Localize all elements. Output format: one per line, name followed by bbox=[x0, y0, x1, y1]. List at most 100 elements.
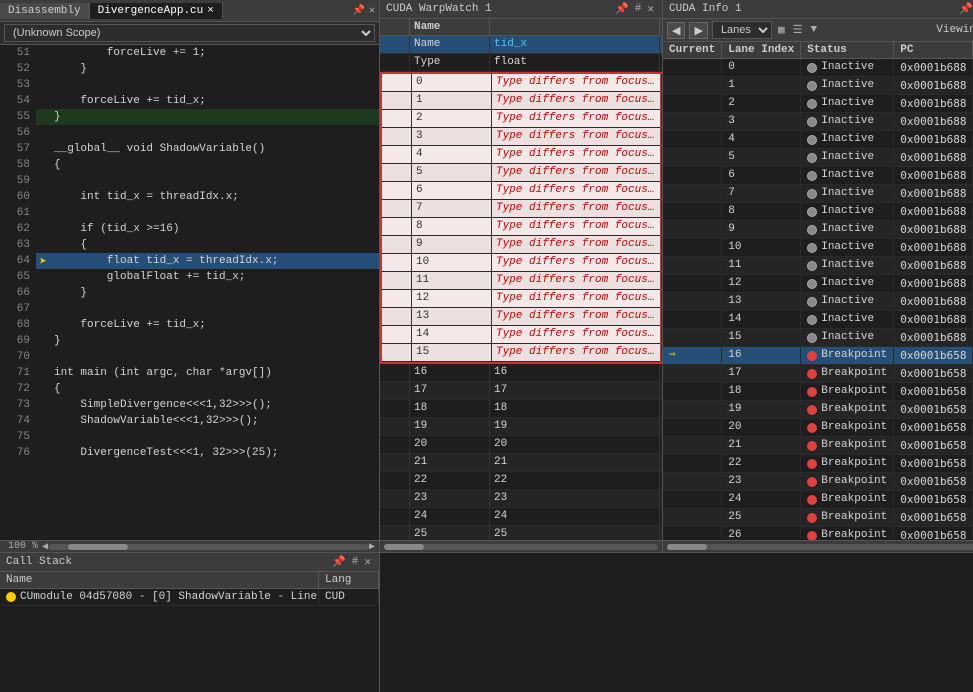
watch-lane-value: Type differs from focused thread. bbox=[492, 164, 662, 181]
info-table-row[interactable]: 23Breakpoint0x0001b658 bbox=[663, 473, 973, 491]
code-panel-pin-icon[interactable]: 📌 bbox=[353, 5, 365, 17]
scope-select[interactable]: (Unknown Scope) bbox=[4, 24, 375, 42]
line-content: { bbox=[50, 381, 379, 397]
line-number: 72 bbox=[0, 381, 36, 397]
info-table-row[interactable]: 3Inactive0x0001b688 bbox=[663, 113, 973, 131]
line-indicator bbox=[36, 333, 50, 349]
tab-divergenceapp[interactable]: DivergenceApp.cu × bbox=[90, 3, 223, 19]
code-scrollbar[interactable]: 100 % ◀ ▶ bbox=[0, 540, 379, 552]
warpwatch-hscrollbar[interactable] bbox=[380, 540, 662, 552]
watch-row-indicator bbox=[382, 164, 412, 181]
watch-type-indicator bbox=[380, 54, 410, 71]
info-table-row[interactable]: 19Breakpoint0x0001b658 bbox=[663, 401, 973, 419]
info-table-row[interactable]: 20Breakpoint0x0001b658 bbox=[663, 419, 973, 437]
line-indicator bbox=[36, 445, 50, 461]
info-table-row[interactable]: 10Inactive0x0001b688 bbox=[663, 239, 973, 257]
watch-data-row: 2222 bbox=[380, 472, 662, 490]
scope-bar: (Unknown Scope) bbox=[0, 22, 379, 45]
info-table-row[interactable]: 4Inactive0x0001b688 bbox=[663, 131, 973, 149]
lanes-select[interactable]: Lanes bbox=[712, 21, 772, 39]
info-table-row[interactable]: 22Breakpoint0x0001b658 bbox=[663, 455, 973, 473]
watch-row-indicator bbox=[380, 382, 410, 399]
info-table-row[interactable]: 1Inactive0x0001b688 bbox=[663, 77, 973, 95]
call-stack-row[interactable]: CUmodule 04d57080 - [0] ShadowVariable -… bbox=[0, 589, 379, 606]
warpwatch-expand-icon[interactable]: # bbox=[633, 3, 644, 15]
grid-icon[interactable]: ▦ bbox=[776, 23, 787, 37]
watch-data-row: 2323 bbox=[380, 490, 662, 508]
watch-lane-number: 18 bbox=[410, 400, 490, 417]
line-content: __global__ void ShadowVariable() bbox=[50, 141, 379, 157]
status-inactive-icon bbox=[807, 207, 817, 217]
info-table-row[interactable]: 21Breakpoint0x0001b658 bbox=[663, 437, 973, 455]
cuda-info-table-container[interactable]: CurrentLane IndexStatusPCthn0Inactive0x0… bbox=[663, 42, 973, 540]
line-content: int tid_x = threadIdx.x; bbox=[50, 189, 379, 205]
line-indicator bbox=[36, 173, 50, 189]
info-table-row[interactable]: 6Inactive0x0001b688 bbox=[663, 167, 973, 185]
warpwatch-close-icon[interactable]: ✕ bbox=[645, 2, 656, 16]
watch-data-row: 7Type differs from focused thread. bbox=[382, 200, 660, 218]
code-panel-close-icon[interactable]: ✕ bbox=[369, 5, 375, 17]
close-tab-icon[interactable]: × bbox=[207, 5, 214, 17]
info-lane-index: 20 bbox=[722, 419, 801, 437]
info-table-row[interactable]: 8Inactive0x0001b688 bbox=[663, 203, 973, 221]
back-button[interactable]: ◀ bbox=[667, 22, 685, 39]
code-area[interactable]: 51 forceLive += 1;52 }5354 forceLive += … bbox=[0, 45, 379, 540]
tab-disassembly[interactable]: Disassembly bbox=[0, 3, 90, 19]
info-table-row[interactable]: 13Inactive0x0001b688 bbox=[663, 293, 973, 311]
watch-row-indicator bbox=[382, 236, 412, 253]
status-inactive-icon bbox=[807, 225, 817, 235]
watch-row-indicator bbox=[380, 472, 410, 489]
watch-lane-value: Type differs from focused thread. bbox=[492, 272, 662, 289]
forward-button[interactable]: ▶ bbox=[689, 22, 707, 39]
call-stack-expand-icon[interactable]: # bbox=[350, 556, 361, 568]
info-pc-value: 0x0001b688 bbox=[894, 329, 973, 347]
info-status: Breakpoint bbox=[801, 419, 894, 437]
line-content: DivergenceTest<<<1, 32>>>(25); bbox=[50, 445, 379, 461]
info-table-row[interactable]: 5Inactive0x0001b688 bbox=[663, 149, 973, 167]
cuda-info-hscrollbar[interactable] bbox=[663, 540, 973, 552]
call-stack-pin-icon[interactable]: 📌 bbox=[330, 555, 348, 569]
info-table-row[interactable]: 12Inactive0x0001b688 bbox=[663, 275, 973, 293]
info-table-row[interactable]: 14Inactive0x0001b688 bbox=[663, 311, 973, 329]
info-table-row[interactable]: 7Inactive0x0001b688 bbox=[663, 185, 973, 203]
watch-data-row: 2Type differs from focused thread. bbox=[382, 110, 660, 128]
info-lane-index: 13 bbox=[722, 293, 801, 311]
info-current-col bbox=[663, 203, 722, 221]
info-lane-index: 7 bbox=[722, 185, 801, 203]
watch-lane-number: 16 bbox=[410, 364, 490, 381]
line-content: } bbox=[50, 333, 379, 349]
info-table-row[interactable]: 26Breakpoint0x0001b658 bbox=[663, 527, 973, 541]
info-lane-index: 4 bbox=[722, 131, 801, 149]
code-tab-bar: Disassembly DivergenceApp.cu × 📌 ✕ bbox=[0, 0, 379, 22]
info-table-row[interactable]: 0Inactive0x0001b688 bbox=[663, 59, 973, 77]
scroll-right-icon[interactable]: ▶ bbox=[369, 541, 375, 553]
info-status: Breakpoint bbox=[801, 365, 894, 383]
watch-lane-number: 17 bbox=[410, 382, 490, 399]
info-table-row[interactable]: 9Inactive0x0001b688 bbox=[663, 221, 973, 239]
line-number: 67 bbox=[0, 301, 36, 317]
call-stack-header: NameLang bbox=[0, 572, 379, 589]
info-current-col bbox=[663, 257, 722, 275]
status-text: Inactive bbox=[821, 258, 874, 273]
info-table-row[interactable]: ⇒16Breakpoint0x0001b658 bbox=[663, 347, 973, 365]
filter-icon[interactable]: ▼ bbox=[808, 24, 819, 36]
hscroll-track[interactable] bbox=[48, 544, 369, 550]
call-stack-table: NameLang CUmodule 04d57080 - [0] ShadowV… bbox=[0, 572, 379, 692]
info-table-row[interactable]: 18Breakpoint0x0001b658 bbox=[663, 383, 973, 401]
hscroll-thumb[interactable] bbox=[68, 544, 128, 550]
info-table-row[interactable]: 11Inactive0x0001b688 bbox=[663, 257, 973, 275]
info-table-row[interactable]: 15Inactive0x0001b688 bbox=[663, 329, 973, 347]
watch-lane-value: Type differs from focused thread. bbox=[492, 110, 662, 127]
watch-data-row: 1Type differs from focused thread. bbox=[382, 92, 660, 110]
info-table-row[interactable]: 25Breakpoint0x0001b658 bbox=[663, 509, 973, 527]
watch-row-indicator bbox=[382, 326, 412, 343]
cuda-info-pin-icon[interactable]: 📌 bbox=[957, 2, 973, 16]
list-icon[interactable]: ☰ bbox=[791, 23, 805, 37]
warpwatch-pin-icon[interactable]: 📌 bbox=[613, 2, 631, 16]
info-table-row[interactable]: 2Inactive0x0001b688 bbox=[663, 95, 973, 113]
info-table-row[interactable]: 24Breakpoint0x0001b658 bbox=[663, 491, 973, 509]
info-table-row[interactable]: 17Breakpoint0x0001b658 bbox=[663, 365, 973, 383]
call-stack-close-icon[interactable]: ✕ bbox=[362, 555, 373, 569]
watch-row-indicator bbox=[382, 74, 412, 91]
watch-lane-number: 24 bbox=[410, 508, 490, 525]
